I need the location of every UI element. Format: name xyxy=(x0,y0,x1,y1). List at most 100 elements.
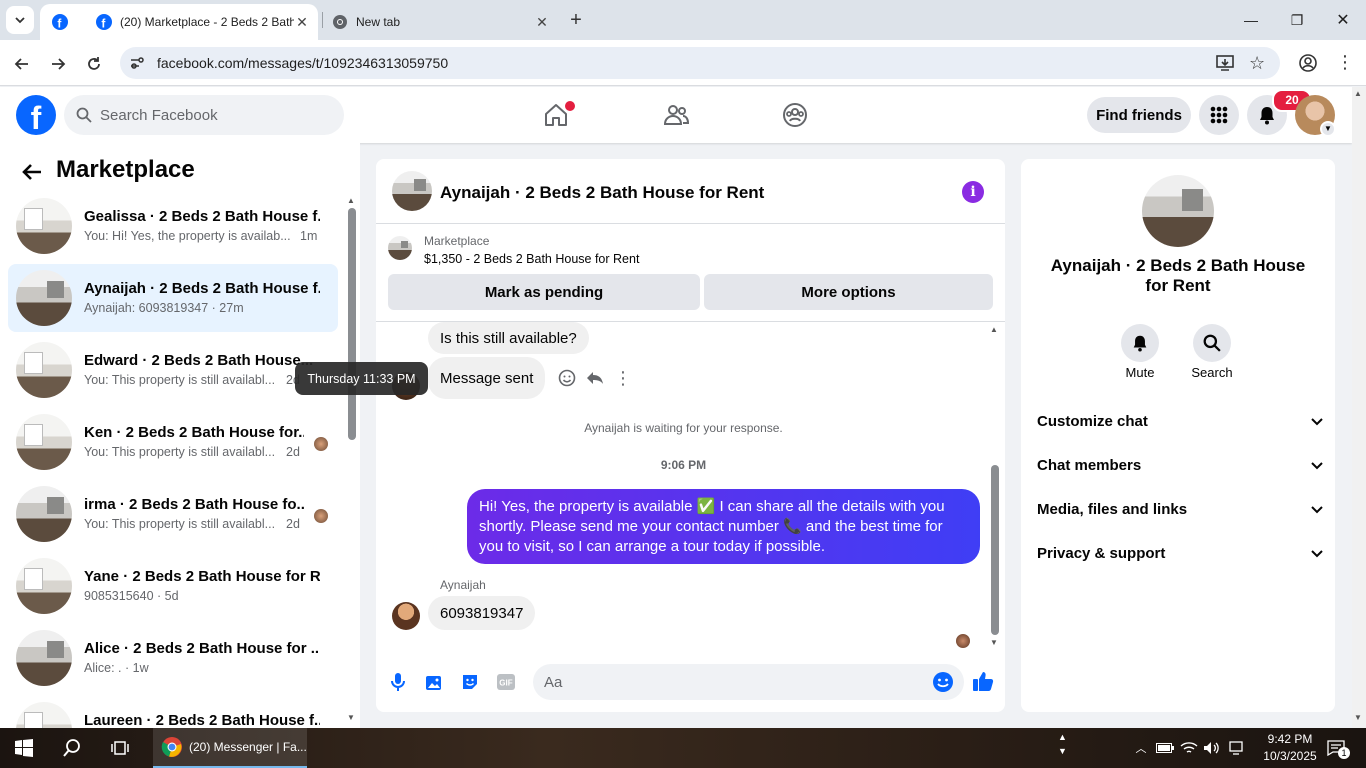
search-in-chat-button[interactable] xyxy=(1193,324,1231,362)
conversation-item[interactable]: Edward · 2 Beds 2 Bath House... You: Thi… xyxy=(8,336,338,404)
conversation-item[interactable]: Laureen · 2 Beds 2 Bath House f... xyxy=(8,696,338,728)
show-hidden-icons-icon[interactable]: ︿ xyxy=(1132,728,1150,768)
wifi-icon[interactable] xyxy=(1180,728,1198,768)
chat-title[interactable]: Aynaijah · 2 Beds 2 Bath House for Rent xyxy=(440,183,764,203)
customize-chat-row[interactable]: Customize chat xyxy=(1037,406,1323,436)
privacy-support-row[interactable]: Privacy & support xyxy=(1037,538,1323,568)
conversation-item[interactable]: Alice · 2 Beds 2 Bath House for ... Alic… xyxy=(8,624,338,692)
conversation-time: 2d xyxy=(286,445,300,459)
volume-icon[interactable] xyxy=(1203,728,1221,768)
facebook-search-input[interactable]: Search Facebook xyxy=(64,95,344,135)
svg-text:GIF: GIF xyxy=(499,679,512,688)
chevron-down-icon xyxy=(1311,501,1323,518)
bookmark-star-icon[interactable]: ☆ xyxy=(1249,53,1269,73)
battery-icon[interactable] xyxy=(1156,728,1174,768)
friends-nav-icon[interactable] xyxy=(656,95,696,135)
home-notification-dot xyxy=(563,99,577,113)
message-input-placeholder: Aa xyxy=(544,674,563,691)
clock-time: 9:42 PM xyxy=(1267,732,1313,746)
seen-receipt-avatar xyxy=(956,634,970,648)
back-arrow-icon[interactable] xyxy=(18,158,46,186)
reload-icon[interactable] xyxy=(80,50,108,78)
tab-close-icon[interactable]: ✕ xyxy=(534,14,550,31)
grid-icon xyxy=(1210,106,1228,124)
more-options-button[interactable]: More options xyxy=(704,274,993,310)
conversation-item[interactable]: Ken · 2 Beds 2 Bath House for... You: Th… xyxy=(8,408,338,476)
site-settings-icon[interactable] xyxy=(128,54,146,72)
tab-new-tab[interactable]: New tab ✕ xyxy=(324,4,558,40)
emoji-icon[interactable] xyxy=(932,671,954,693)
conversation-item[interactable]: Yane · 2 Beds 2 Bath House for R... 9085… xyxy=(8,552,338,620)
page-scrollbar[interactable] xyxy=(1352,87,1366,728)
incoming-message-bubble[interactable]: 6093819347 xyxy=(428,596,536,630)
facebook-logo[interactable]: f xyxy=(16,95,56,135)
row-label: Chat members xyxy=(1037,456,1142,474)
media-files-links-row[interactable]: Media, files and links xyxy=(1037,494,1323,524)
restore-icon[interactable]: ❐ xyxy=(1274,0,1320,40)
chat-members-row[interactable]: Chat members xyxy=(1037,450,1323,480)
tab-marketplace-title[interactable]: f (20) Marketplace - 2 Beds 2 Bath House… xyxy=(84,4,318,40)
task-view-icon[interactable] xyxy=(106,728,134,768)
reply-icon[interactable] xyxy=(585,368,605,388)
listing-title[interactable]: $1,350 - 2 Beds 2 Bath House for Rent xyxy=(424,252,639,266)
outgoing-message-bubble[interactable]: Hi! Yes, the property is available ✅ I c… xyxy=(467,489,980,564)
chrome-menu-icon[interactable]: ⋮ xyxy=(1336,52,1354,72)
attach-photo-icon[interactable] xyxy=(423,671,445,693)
conversation-item-selected[interactable]: Aynaijah · 2 Beds 2 Bath House f... Ayna… xyxy=(8,264,338,332)
taskbar-clock[interactable]: 9:42 PM 10/3/2025 xyxy=(1255,731,1325,765)
sender-avatar[interactable] xyxy=(392,602,420,630)
timestamp-tooltip: Thursday 11:33 PM xyxy=(295,362,428,395)
search-icon xyxy=(1203,334,1221,352)
chevron-down-icon xyxy=(1311,413,1323,430)
windows-start-icon[interactable] xyxy=(10,728,38,768)
react-emoji-icon[interactable] xyxy=(557,368,577,388)
info-icon[interactable]: i xyxy=(962,181,984,203)
scroll-up-arrow-icon[interactable]: ▲ xyxy=(347,196,355,205)
menu-grid-button[interactable] xyxy=(1199,95,1239,135)
microphone-icon[interactable] xyxy=(387,671,409,693)
conversation-item[interactable]: irma · 2 Beds 2 Bath House fo... You: Th… xyxy=(8,480,338,548)
account-chevron-icon[interactable]: ▼ xyxy=(1320,121,1336,137)
gif-icon[interactable]: GIF xyxy=(495,671,517,693)
search-placeholder: Search Facebook xyxy=(100,106,218,124)
chevron-down-icon xyxy=(1311,545,1323,562)
details-avatar[interactable] xyxy=(1142,175,1214,247)
taskbar-scroll-arrows[interactable]: ▲ ▼ xyxy=(1058,730,1067,758)
search-label: Search xyxy=(1191,365,1233,380)
tab-close-icon[interactable]: ✕ xyxy=(294,14,310,31)
scroll-down-arrow-icon[interactable]: ▼ xyxy=(347,713,355,722)
chat-scrollbar[interactable] xyxy=(991,465,999,635)
more-actions-icon[interactable]: ⋮ xyxy=(614,368,632,388)
tab-title: New tab xyxy=(356,15,401,29)
groups-nav-icon[interactable] xyxy=(775,95,815,135)
install-app-icon[interactable] xyxy=(1215,54,1235,72)
conversation-thumbnail xyxy=(16,630,72,686)
mute-button[interactable] xyxy=(1121,324,1159,362)
close-window-icon[interactable]: ✕ xyxy=(1320,0,1366,40)
scroll-up-arrow-icon[interactable]: ▲ xyxy=(1354,89,1362,98)
forward-arrow-icon[interactable] xyxy=(44,50,72,78)
mute-label: Mute xyxy=(1125,365,1155,380)
tab-search-button[interactable] xyxy=(6,6,34,34)
sticker-icon[interactable] xyxy=(459,671,481,693)
back-arrow-icon[interactable] xyxy=(8,50,36,78)
profile-icon[interactable] xyxy=(1298,53,1318,73)
scroll-up-arrow-icon[interactable]: ▲ xyxy=(990,325,998,334)
sender-name: Aynaijah xyxy=(440,578,486,592)
incoming-message-bubble[interactable]: Is this still available? xyxy=(428,322,589,354)
thumbs-up-icon[interactable] xyxy=(972,670,994,692)
scroll-down-arrow-icon[interactable]: ▼ xyxy=(990,638,998,647)
display-icon[interactable] xyxy=(1228,728,1246,768)
mark-as-pending-button[interactable]: Mark as pending xyxy=(388,274,700,310)
chat-header-avatar[interactable] xyxy=(392,171,432,211)
message-input[interactable] xyxy=(533,664,964,700)
scroll-down-arrow-icon[interactable]: ▼ xyxy=(1354,713,1362,722)
taskbar-chrome-app[interactable]: (20) Messenger | Fa... xyxy=(153,728,307,768)
find-friends-button[interactable]: Find friends xyxy=(1087,97,1191,133)
search-icon[interactable] xyxy=(58,728,86,768)
incoming-message-bubble[interactable]: Message sent xyxy=(428,357,546,399)
conversation-item[interactable]: Gealissa · 2 Beds 2 Bath House f... You:… xyxy=(8,192,338,260)
minimize-icon[interactable]: — xyxy=(1228,0,1274,40)
new-tab-plus-icon[interactable]: + xyxy=(566,10,586,30)
sidebar-scrollbar[interactable] xyxy=(348,208,356,440)
